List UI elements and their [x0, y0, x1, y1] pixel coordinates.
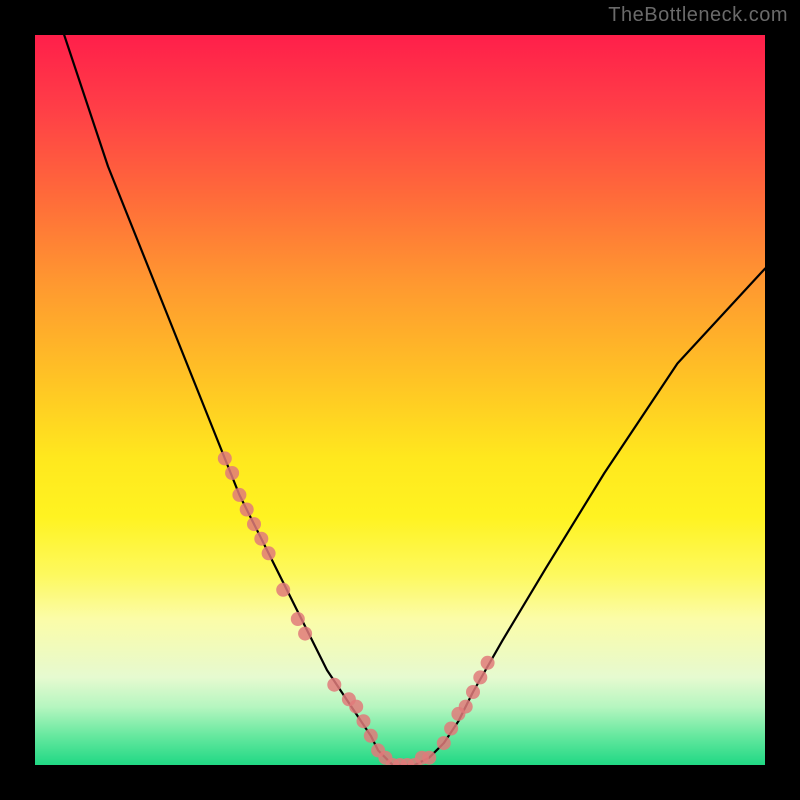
curve-dot — [364, 729, 378, 743]
watermark-text: TheBottleneck.com — [608, 4, 788, 27]
chart-stage: TheBottleneck.com — [0, 0, 800, 800]
curve-dot — [327, 678, 341, 692]
curve-dot — [481, 656, 495, 670]
curve-dot — [254, 532, 268, 546]
curve-dot — [218, 451, 232, 465]
gradient-plot-area — [35, 35, 765, 765]
curve-dot — [437, 736, 451, 750]
curve-dot — [459, 700, 473, 714]
curve-dot — [240, 503, 254, 517]
curve-dot — [444, 722, 458, 736]
curve-dot — [473, 670, 487, 684]
curve-dot — [349, 700, 363, 714]
bottleneck-curve — [64, 35, 765, 765]
curve-dot — [291, 612, 305, 626]
curve-dot — [357, 714, 371, 728]
curve-dot — [262, 546, 276, 560]
curve-dots-group — [218, 451, 495, 765]
curve-dot — [232, 488, 246, 502]
curve-dot — [276, 583, 290, 597]
curve-dot — [422, 751, 436, 765]
curve-layer — [35, 35, 765, 765]
curve-dot — [225, 466, 239, 480]
curve-dot — [466, 685, 480, 699]
curve-dot — [298, 627, 312, 641]
curve-dot — [247, 517, 261, 531]
